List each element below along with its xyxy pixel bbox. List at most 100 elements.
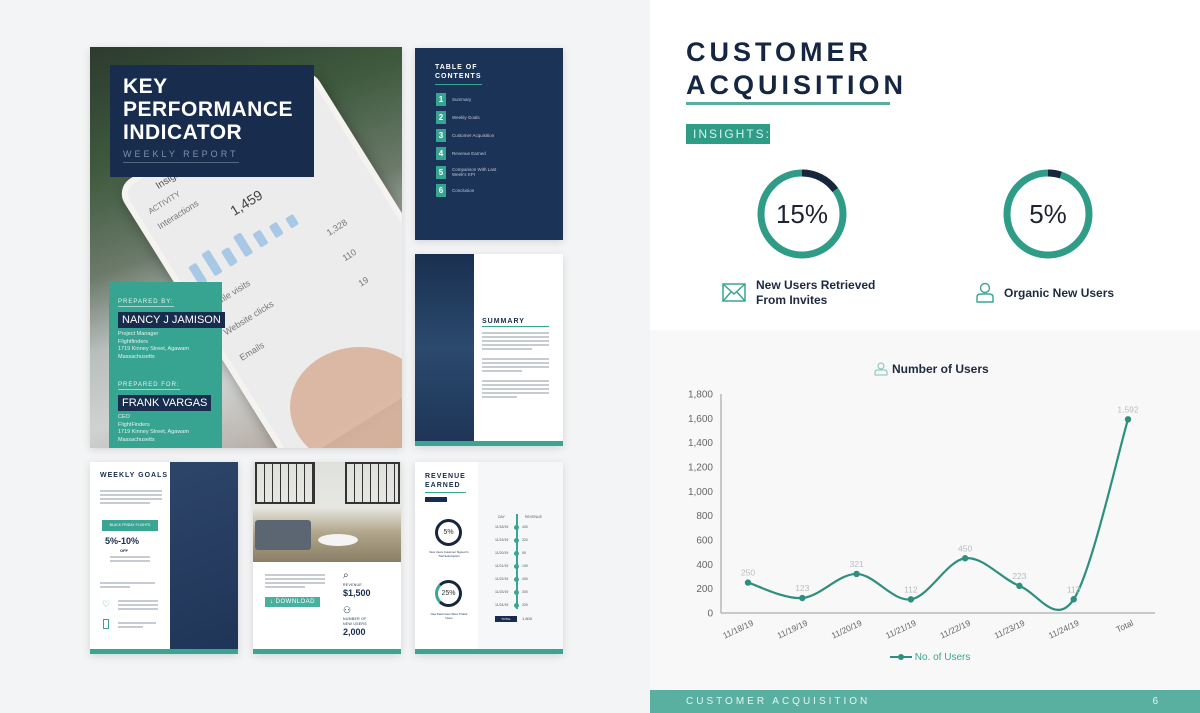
- prepared-by-line: Flightfinders: [118, 338, 148, 345]
- text-line: [265, 586, 305, 588]
- revenue-value: $1,500: [343, 588, 371, 598]
- col-day: DAY: [498, 515, 505, 519]
- revenue-amount: 190: [522, 564, 528, 568]
- prepared-box: PREPARED BY: NANCY J JAMISON Project Man…: [109, 282, 225, 448]
- y-tick-label: 800: [696, 511, 713, 522]
- revenue-day: 11/22/19: [495, 577, 509, 581]
- text-line: [110, 556, 150, 558]
- footer-title: CUSTOMER ACQUISITION: [686, 696, 871, 707]
- black-friday-button[interactable]: BLACK FRIDAY FLIGHTS: [102, 520, 158, 531]
- toc-item[interactable]: 6 Conclusion: [436, 183, 502, 197]
- prepared-for-label: PREPARED FOR:: [118, 382, 180, 390]
- data-label: 123: [795, 583, 809, 593]
- toc-item-number: 4: [436, 146, 446, 160]
- summary-title: SUMMARY: [482, 318, 549, 327]
- prepared-for-line: 1719 Kinney Street, Agawam: [118, 429, 189, 435]
- data-point[interactable]: [744, 579, 752, 586]
- prepared-for-name: FRANK VARGAS: [118, 395, 212, 411]
- toc-item[interactable]: 2 Weekly Goals: [436, 110, 502, 124]
- revenue-title-line: REVENUE: [425, 473, 466, 480]
- toc-item[interactable]: 1 Summary: [436, 92, 502, 106]
- prepared-by-line: 1719 Kinney Street, Agawam: [118, 346, 189, 352]
- total-label: TOTAL: [495, 616, 517, 622]
- y-tick-label: 1,200: [688, 463, 713, 474]
- text-line: [482, 340, 549, 342]
- timeline-dot: [514, 551, 519, 556]
- data-point[interactable]: [1124, 416, 1132, 423]
- cover-page-thumbnail[interactable]: Insights ACTIVITY CONTENT Interactions 1…: [90, 47, 402, 448]
- col-revenue: REVENUE: [525, 515, 542, 519]
- text-line: [482, 380, 549, 382]
- toc-item-number: 3: [436, 128, 446, 142]
- ring-stat-label: New Paid Users Were Trialed Users: [430, 612, 468, 620]
- revenue-day: 11/19/19: [495, 538, 509, 542]
- y-tick-label: 0: [707, 609, 713, 620]
- summary-page-thumbnail[interactable]: SUMMARY: [415, 254, 563, 446]
- timeline-dot: [514, 590, 519, 595]
- toc-item-number: 5: [436, 165, 446, 179]
- insights-tag-mini: [425, 497, 447, 502]
- page-footer-strip: [253, 649, 401, 654]
- ring-stat: 25%: [435, 580, 462, 607]
- y-tick-label: 1,400: [688, 438, 713, 449]
- toc-item[interactable]: 4 Revenue Earned: [436, 146, 502, 160]
- prepared-for-line: FlightFinders: [118, 421, 150, 428]
- revenue-title-line: EARNED: [425, 482, 461, 489]
- toc-item[interactable]: 5 Comparison With Last Week's KPI: [436, 165, 502, 179]
- data-point[interactable]: [799, 594, 806, 602]
- legend-label: No. of Users: [914, 652, 971, 663]
- toc-item-number: 6: [436, 183, 446, 197]
- toc-item[interactable]: 3 Customer Acquisition: [436, 128, 502, 142]
- goals-title: WEEKLY GOALS: [100, 472, 169, 479]
- prepared-by-line: Project Manager: [118, 331, 159, 337]
- x-tick-label: 11/19/19: [775, 618, 809, 641]
- data-point[interactable]: [1016, 582, 1023, 590]
- discount-value: 5%-10%: [105, 536, 140, 546]
- phone-bar: [268, 221, 284, 239]
- page-number: 6: [1152, 696, 1158, 707]
- battery-icon: [103, 619, 109, 629]
- revenue-amount: 90: [522, 551, 526, 555]
- toc-item-label: Customer Acquisition: [452, 132, 495, 138]
- sofa: [255, 520, 311, 550]
- text-line: [482, 392, 549, 394]
- users-value: 2,000: [343, 627, 366, 637]
- text-line: [118, 626, 143, 628]
- data-point[interactable]: [853, 570, 860, 578]
- text-line: [482, 370, 522, 372]
- data-label: 113: [1067, 584, 1081, 594]
- text-line: [482, 332, 549, 334]
- user-icon: ⚇: [343, 605, 352, 615]
- prepared-for-line: CEO: [118, 414, 130, 420]
- text-line: [482, 348, 532, 350]
- discount-off: OFF: [120, 548, 128, 553]
- x-tick-label: 11/22/19: [938, 618, 972, 641]
- data-point[interactable]: [961, 555, 969, 562]
- toc-item-number: 1: [436, 92, 446, 106]
- download-button[interactable]: ↓ DOWNLOAD: [265, 597, 320, 607]
- text-line: [482, 336, 549, 338]
- y-tick-label: 400: [696, 560, 713, 571]
- data-label: 450: [958, 543, 972, 553]
- cover-title-line: KEY: [123, 75, 168, 98]
- data-label: 1,592: [1117, 404, 1139, 414]
- prepared-by-label: PREPARED BY:: [118, 299, 174, 307]
- goals-photo: [170, 462, 238, 649]
- revenue-page-thumbnail[interactable]: REVENUE EARNED 5% New Users Customer Sig…: [415, 462, 563, 654]
- data-point[interactable]: [1070, 596, 1077, 603]
- coffee-table: [318, 534, 358, 546]
- users-line-chart: 0 200 400 600 800 1,000 1,200 1,400 1,600 1,800 11…: [688, 390, 1155, 641]
- weekly-goals-page-thumbnail[interactable]: WEEKLY GOALS BLACK FRIDAY FLIGHTS 5%-10%…: [90, 462, 238, 654]
- phone-bar: [201, 249, 223, 277]
- revenue-day: 11/24/19: [495, 603, 509, 607]
- revenue-day: 11/23/19: [495, 590, 509, 594]
- toc-page-thumbnail[interactable]: TABLE OF CONTENTS 1 Summary 2 Weekly Goals…: [415, 48, 563, 240]
- text-line: [100, 498, 162, 500]
- office-page-thumbnail[interactable]: ↓ DOWNLOAD ⌕ REVENUE $1,500 ⚇ NUMBER OF …: [253, 462, 401, 654]
- prepared-by-name: NANCY J JAMISON: [118, 312, 225, 328]
- data-point[interactable]: [907, 596, 915, 603]
- phone-bar: [285, 213, 300, 229]
- text-line: [482, 362, 549, 364]
- revenue-amount: 400: [522, 577, 528, 581]
- y-tick-label: 1,800: [688, 390, 713, 401]
